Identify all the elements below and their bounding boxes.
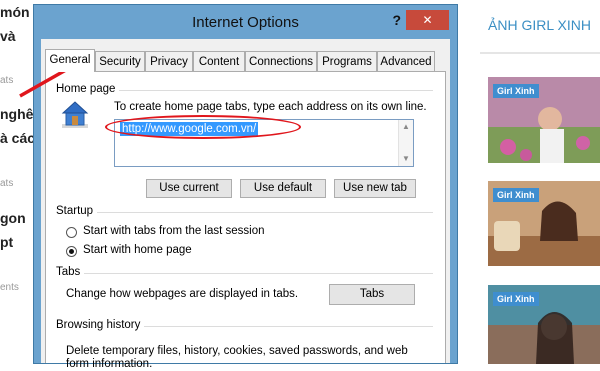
tab-general[interactable]: General [45, 49, 95, 72]
